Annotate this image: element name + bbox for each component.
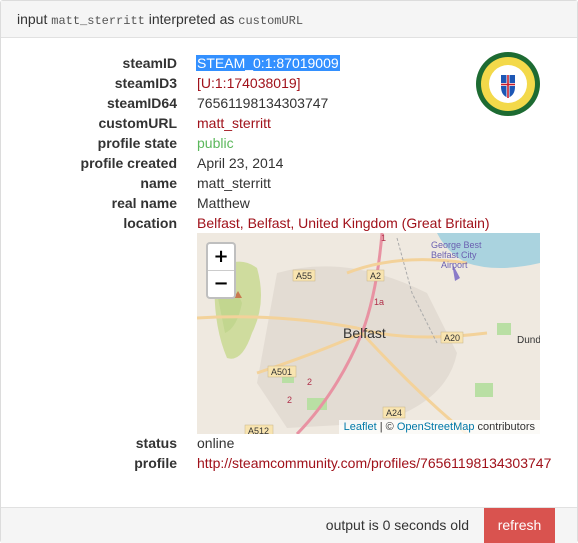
road-a512-label: A512 [248, 426, 269, 434]
profile-created-row: profile created April 23, 2014 [1, 155, 577, 175]
interpreted-as-value: customURL [238, 14, 304, 28]
map-airport-label-1: George Best [431, 240, 482, 250]
map-airport-label-3: Airport [441, 260, 468, 270]
steamid-value[interactable]: STEAM_0:1:87019009 [196, 55, 340, 71]
attribution-separator: | © [376, 421, 397, 433]
panel-footer: output is 0 seconds old refresh [1, 507, 577, 543]
real-name-label: real name [111, 195, 177, 211]
profile-url-row: profile http://steamcommunity.com/profil… [1, 455, 577, 475]
profile-state-value: public [197, 135, 234, 151]
road-m2b-label: 2 [287, 395, 292, 405]
road-a501-label: A501 [271, 367, 292, 377]
input-value: matt_sterritt [51, 14, 145, 28]
profile-panel: input matt_sterritt interpreted as custo… [0, 0, 578, 543]
attribution-suffix: contributors [474, 421, 535, 433]
road-a24-label: A24 [386, 408, 402, 418]
steamid-label: steamID [122, 55, 177, 71]
steamid-row: steamID STEAM_0:1:87019009 [1, 55, 577, 75]
status-label: status [135, 435, 177, 451]
steamid3-link[interactable]: [U:1:174038019] [197, 75, 301, 91]
profile-state-label: profile state [97, 135, 177, 151]
steamid3-label: steamID3 [114, 75, 177, 91]
location-link[interactable]: Belfast, Belfast, United Kingdom (Great … [197, 215, 490, 231]
heading-middle: interpreted as [148, 11, 235, 27]
map-airport-label-2: Belfast City [431, 250, 477, 260]
location-row: location Belfast, Belfast, United Kingdo… [1, 215, 577, 235]
map-attribution: Leaflet | © OpenStreetMap contributors [338, 420, 540, 434]
openstreetmap-link[interactable]: OpenStreetMap [397, 421, 475, 433]
road-a55-label: A55 [296, 271, 312, 281]
name-label: name [140, 175, 177, 191]
real-name-row: real name Matthew [1, 195, 577, 215]
heading-text: input matt_sterritt interpreted as custo… [17, 11, 304, 28]
map-dund-label: Dund [517, 335, 540, 346]
road-m1a-label: 1a [374, 297, 384, 307]
map-city-label: Belfast [343, 325, 386, 341]
road-m2-label: 2 [307, 377, 312, 387]
output-age-text: output is 0 seconds old [325, 517, 469, 533]
heading-prefix: input [17, 11, 48, 27]
profile-state-row: profile state public [1, 135, 577, 155]
map-tiles[interactable]: Belfast George Best Belfast City Airport… [197, 233, 540, 434]
name-row: name matt_sterritt [1, 175, 577, 195]
customurl-label: customURL [98, 115, 177, 131]
status-value: online [197, 435, 235, 451]
map-zoom-control: + − [206, 242, 236, 299]
steamid3-row: steamID3 [U:1:174038019] [1, 75, 577, 95]
zoom-out-button[interactable]: − [208, 271, 234, 297]
steamid64-value: 76561198134303747 [197, 95, 329, 111]
road-a20-label: A20 [444, 333, 460, 343]
panel-heading: input matt_sterritt interpreted as custo… [1, 1, 577, 38]
road-m1-label: 1 [381, 233, 386, 243]
zoom-in-button[interactable]: + [208, 244, 234, 271]
profile-created-label: profile created [80, 155, 177, 171]
name-value: matt_sterritt [197, 175, 271, 191]
customurl-row: customURL matt_sterritt [1, 115, 577, 135]
customurl-link[interactable]: matt_sterritt [197, 115, 271, 131]
real-name-value: Matthew [197, 195, 250, 211]
profile-created-value: April 23, 2014 [197, 155, 284, 171]
location-map[interactable]: Belfast George Best Belfast City Airport… [197, 233, 540, 434]
leaflet-link[interactable]: Leaflet [344, 421, 377, 433]
location-label: location [123, 215, 177, 231]
steamid-selected-text[interactable]: STEAM_0:1:87019009 [196, 55, 340, 71]
road-a2-label: A2 [370, 271, 381, 281]
refresh-button[interactable]: refresh [484, 508, 555, 543]
profile-url-link[interactable]: http://steamcommunity.com/profiles/76561… [197, 455, 551, 471]
status-row: status online [1, 435, 577, 455]
profile-url-label: profile [134, 455, 177, 471]
steamid64-row: steamID64 76561198134303747 [1, 95, 577, 115]
steamid64-label: steamID64 [106, 95, 177, 111]
